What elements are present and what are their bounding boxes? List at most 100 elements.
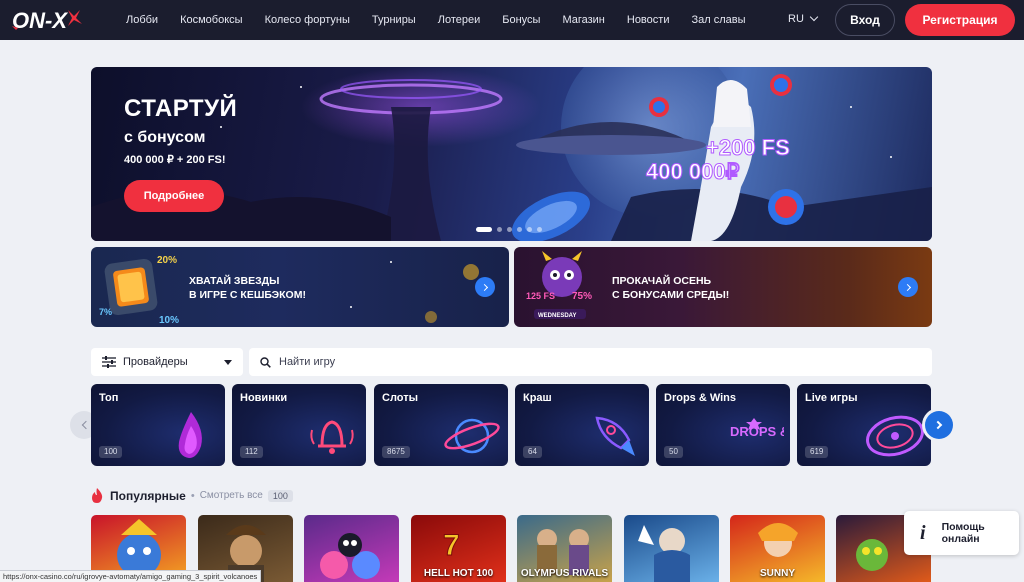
browser-status-url: https://onx-casino.co/ru/igrovye-avtomat… — [0, 570, 262, 582]
promo-card-wednesday[interactable]: 125 FS 75% WEDNESDAY ПРОКАЧАЙ ОСЕНЬ С БО… — [514, 247, 932, 327]
category-drops-wins[interactable]: Drops & Wins DROPS & WINS 50 — [656, 384, 790, 466]
main-nav: Лобби Космобоксы Колесо фортуны Турниры … — [126, 0, 768, 40]
category-label: Live игры — [805, 392, 858, 404]
login-button[interactable]: Вход — [835, 4, 895, 36]
hero-bonus-amount: 400 000 ₽ + 200 FS! — [124, 154, 226, 166]
carousel-indicators — [476, 227, 542, 232]
category-live-games[interactable]: Live игры 619 — [797, 384, 931, 466]
popular-title: Популярные — [110, 488, 186, 503]
category-new[interactable]: Новинки 112 — [232, 384, 366, 466]
nav-lobby[interactable]: Лобби — [126, 14, 158, 26]
carousel-dot[interactable] — [537, 227, 542, 232]
category-slots[interactable]: Слоты 8675 — [374, 384, 508, 466]
promo-text: ПРОКАЧАЙ ОСЕНЬ С БОНУСАМИ СРЕДЫ! — [612, 274, 762, 302]
game-art — [320, 533, 380, 579]
promo-art-wednesday: WEDNESDAY — [538, 313, 576, 319]
category-label: Слоты — [382, 392, 419, 404]
search-icon — [260, 356, 271, 368]
category-count: 8675 — [382, 446, 410, 458]
game-tile[interactable]: 7 HELL HOT 100 — [411, 515, 506, 582]
separator-dot: • — [190, 489, 195, 502]
carousel-dot[interactable] — [497, 227, 502, 232]
language-selector[interactable]: RU — [788, 12, 819, 25]
drops-wins-icon: DROPS & WINS — [730, 418, 784, 439]
popular-section-header: Популярные • Смотреть все 100 — [91, 488, 293, 503]
language-label: RU — [788, 13, 804, 25]
game-tile[interactable] — [304, 515, 399, 582]
fire-icon — [92, 488, 103, 503]
game-art — [638, 525, 690, 582]
search-input[interactable] — [279, 356, 879, 368]
svg-text:7: 7 — [443, 529, 460, 562]
category-count: 64 — [523, 446, 542, 458]
promo-arrow-button[interactable] — [898, 277, 918, 297]
category-label: Краш — [523, 392, 552, 404]
chevron-right-icon — [933, 420, 942, 430]
info-icon: i — [920, 521, 926, 544]
popular-count-badge: 100 — [267, 489, 293, 502]
hero-art-amount: 400 000₽ — [646, 159, 740, 184]
category-label: Топ — [99, 392, 119, 404]
onx-logo[interactable]: ON-X — [10, 6, 96, 34]
carousel-dot[interactable] — [527, 227, 532, 232]
nav-shop[interactable]: Магазин — [562, 14, 604, 26]
game-tile[interactable]: OLYMPUS RIVALS — [517, 515, 612, 582]
bell-icon — [310, 420, 354, 454]
promo-text: ХВАТАЙ ЗВЕЗДЫ В ИГРЕ С КЕШБЭКОМ! — [189, 274, 339, 302]
promo-card-cashback[interactable]: 20% 7% 10% ХВАТАЙ ЗВЕЗДЫ В ИГРЕ С КЕШБЭК… — [91, 247, 509, 327]
carousel-dot[interactable] — [476, 227, 492, 232]
nav-news[interactable]: Новости — [627, 14, 670, 26]
category-count: 112 — [240, 446, 263, 458]
hero-banner[interactable]: +200 FS 400 000₽ СТАРТУЙ с бонусом 400 0… — [91, 67, 932, 241]
hero-details-button[interactable]: Подробнее — [124, 180, 224, 212]
help-text: Помощь онлайн — [942, 521, 985, 545]
logo-text: ON-X — [12, 8, 68, 33]
game-tile[interactable] — [624, 515, 719, 582]
categories-next-button[interactable] — [925, 411, 953, 439]
promo-art-fs: 125 FS — [526, 291, 555, 301]
providers-label: Провайдеры — [123, 356, 188, 368]
promo-line-1: ХВАТАЙ ЗВЕЗДЫ — [189, 275, 280, 287]
nav-lotteries[interactable]: Лотереи — [438, 14, 481, 26]
promo-line-1: ПРОКАЧАЙ ОСЕНЬ — [612, 275, 712, 287]
flame-icon — [178, 412, 202, 458]
caret-down-icon — [224, 360, 232, 365]
chevron-down-icon — [809, 12, 819, 22]
hero-subtitle: с бонусом — [124, 129, 206, 146]
game-title: OLYMPUS RIVALS — [520, 568, 609, 579]
carousel-dot[interactable] — [507, 227, 512, 232]
nav-tournaments[interactable]: Турниры — [372, 14, 416, 26]
category-count: 100 — [99, 446, 123, 458]
help-line-2: онлайн — [941, 533, 980, 545]
game-tile[interactable]: SUNNY — [730, 515, 825, 582]
promo-line-2: В ИГРЕ С КЕШБЭКОМ! — [189, 289, 306, 301]
game-title: SUNNY — [759, 568, 795, 579]
game-title: HELL HOT 100 — [423, 568, 494, 579]
rocket-icon — [595, 416, 635, 456]
promo-line-2: С БОНУСАМИ СРЕДЫ! — [612, 289, 730, 301]
chevron-right-icon — [480, 283, 488, 291]
category-top[interactable]: Топ 100 — [91, 384, 225, 466]
chevron-right-icon — [903, 283, 911, 291]
carousel-dot[interactable] — [517, 227, 522, 232]
nav-bonuses[interactable]: Бонусы — [502, 14, 540, 26]
category-crash[interactable]: Краш 64 — [515, 384, 649, 466]
planet-icon — [444, 418, 500, 454]
providers-dropdown[interactable]: Провайдеры — [91, 348, 243, 376]
top-header: ON-X Лобби Космобоксы Колесо фортуны Тур… — [0, 0, 1024, 40]
category-count: 50 — [664, 446, 683, 458]
roulette-icon — [866, 415, 924, 457]
sliders-icon — [102, 356, 116, 368]
nav-wheel-of-fortune[interactable]: Колесо фортуны — [265, 14, 350, 26]
hero-title: СТАРТУЙ — [124, 95, 238, 122]
register-button[interactable]: Регистрация — [905, 4, 1015, 36]
online-help-widget[interactable]: i Помощь онлайн — [904, 511, 1019, 555]
nav-cosmoboxes[interactable]: Космобоксы — [180, 14, 242, 26]
nav-hall-of-fame[interactable]: Зал славы — [691, 14, 745, 26]
promo-art-75: 75% — [572, 291, 592, 302]
promo-arrow-button[interactable] — [475, 277, 495, 297]
game-search[interactable] — [249, 348, 932, 376]
chevron-left-icon — [81, 420, 90, 430]
category-count: 619 — [805, 446, 829, 458]
see-all-link[interactable]: Смотреть все — [200, 490, 263, 501]
